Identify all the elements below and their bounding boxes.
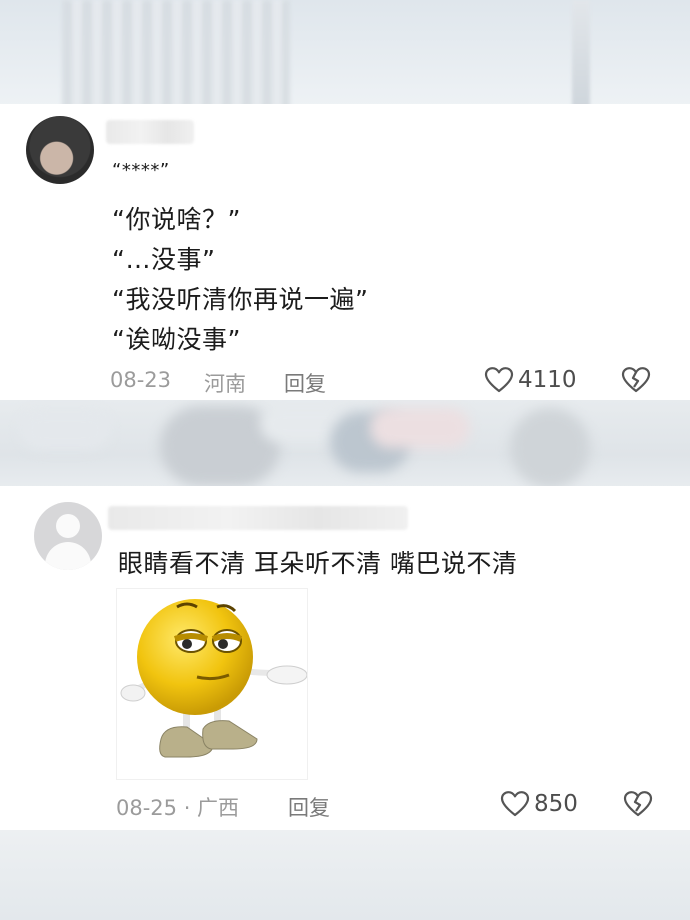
comment-line: “你说啥？” (112, 205, 241, 234)
heart-outline-icon (484, 366, 514, 394)
comment-line: “****” (112, 160, 170, 181)
comment-text: 眼睛看不清 耳朵听不清 嘴巴说不清 (118, 549, 518, 578)
comment-date-location: 08-25 · 广西 (116, 796, 240, 820)
shrugging-emoji-sticker[interactable] (116, 588, 308, 780)
like-button[interactable]: 850 (500, 790, 578, 818)
like-button[interactable]: 4110 (484, 366, 577, 394)
reply-button[interactable]: 回复 (288, 792, 330, 822)
default-avatar-head (56, 514, 80, 538)
background-street (0, 400, 690, 492)
background-building (62, 0, 290, 108)
username-blurred[interactable] (108, 506, 408, 530)
background-bottom (0, 830, 690, 920)
like-count: 850 (534, 791, 578, 817)
username-blurred[interactable] (106, 120, 194, 144)
avatar[interactable] (26, 116, 94, 184)
heart-outline-icon (500, 790, 530, 818)
comment-location: 河南 (204, 372, 246, 396)
reply-button[interactable]: 回复 (284, 368, 326, 398)
default-avatar-body (45, 542, 91, 570)
comment-line: “我没听清你再说一遍” (112, 285, 369, 314)
broken-heart-icon[interactable] (623, 790, 653, 818)
comment-card: 眼睛看不清 耳朵听不清 嘴巴说不清 08-25 · 广西 回复 850 (0, 486, 690, 830)
background-tower (572, 0, 590, 108)
comment-line: “诶呦没事” (112, 325, 241, 354)
like-count: 4110 (518, 367, 577, 393)
comment-date: 08-23 (110, 368, 172, 392)
comment-card: “****” “你说啥？” “…没事” “我没听清你再说一遍” “诶呦没事” 0… (0, 104, 690, 404)
broken-heart-icon[interactable] (621, 366, 651, 394)
comment-line: “…没事” (112, 245, 216, 274)
avatar[interactable] (34, 502, 102, 570)
